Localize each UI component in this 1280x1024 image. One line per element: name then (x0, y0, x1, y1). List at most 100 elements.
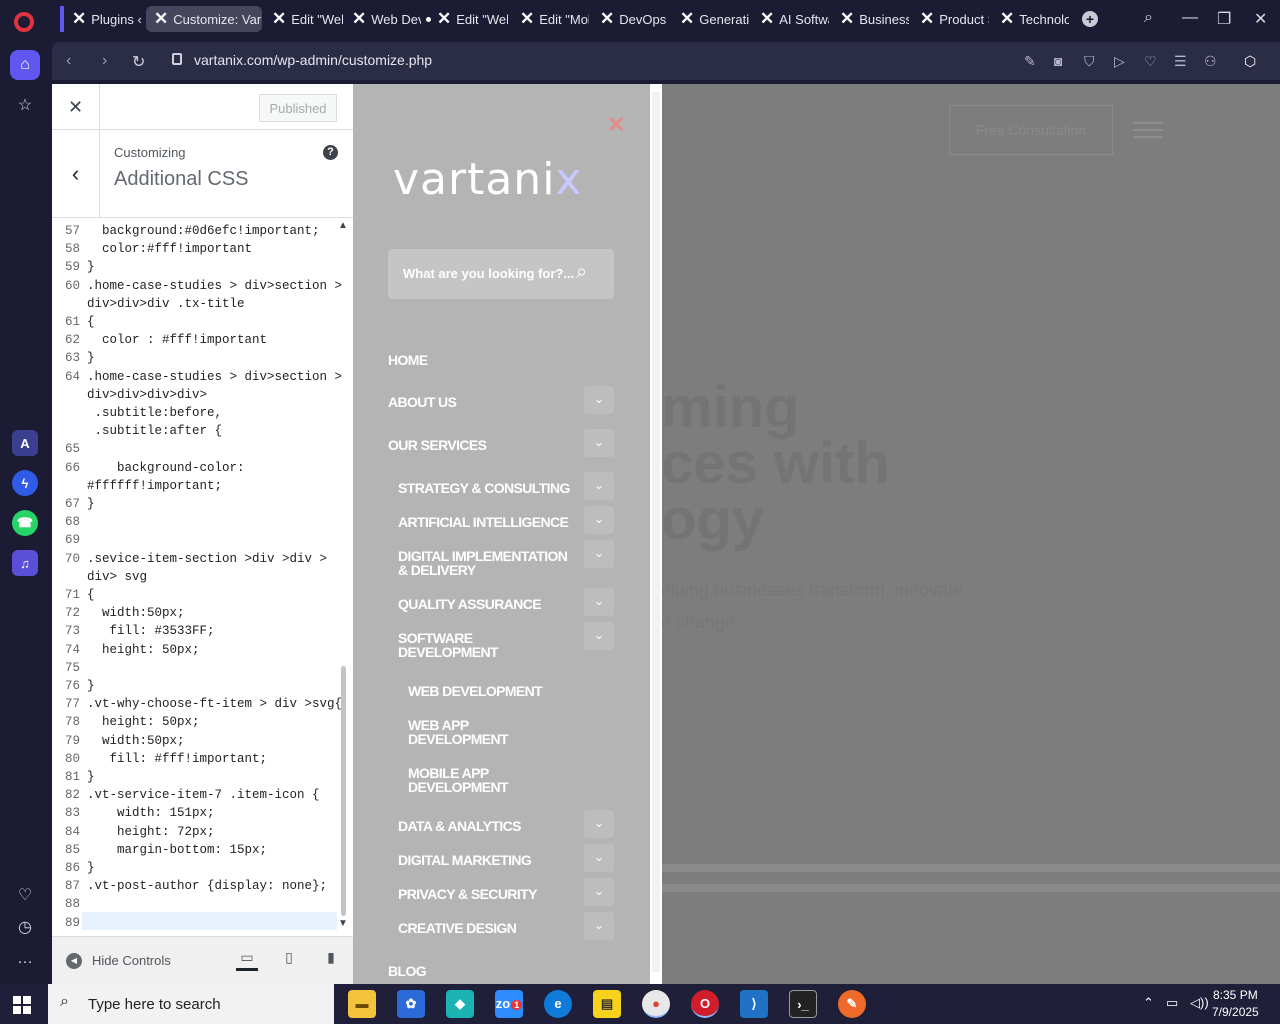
tab-search-icon[interactable]: ⌕ (1144, 9, 1153, 27)
published-button[interactable]: Published (259, 94, 337, 122)
edit-page-icon[interactable]: ✎ (1024, 53, 1036, 70)
hide-controls-button[interactable]: Hide Controls (92, 953, 171, 968)
css-code-editor[interactable]: 57 background:#0d6efc!important; 58 color… (52, 218, 353, 936)
edge-icon[interactable]: e (544, 990, 572, 1018)
extensions-cube-icon[interactable]: ⬡ (1244, 53, 1256, 70)
windows-start-icon[interactable] (13, 996, 31, 1014)
terminal-icon[interactable]: ›_ (789, 990, 817, 1018)
vscode-icon[interactable]: ⟩ (740, 990, 768, 1018)
sticky-notes-icon[interactable]: ▤ (593, 990, 621, 1018)
help-question-icon[interactable]: ? (323, 145, 338, 160)
close-customizer-icon[interactable]: ✕ (52, 84, 100, 130)
postman-icon[interactable]: ✎ (838, 990, 866, 1018)
mobile-preview-icon[interactable]: ▮ (320, 949, 342, 971)
menu-item[interactable]: DIGITAL IMPLEMENTATION & DELIVERY (398, 549, 578, 577)
file-explorer-icon[interactable]: ▬ (348, 990, 376, 1018)
aria-app-icon[interactable]: A (12, 430, 38, 456)
zoom-icon[interactable]: zo 1 (495, 990, 523, 1018)
submenu-chevron-down-icon[interactable]: ⌄ (584, 506, 614, 534)
paint-icon[interactable]: ✿ (397, 990, 425, 1018)
vartanix-logo[interactable]: vartanix (393, 154, 582, 205)
new-tab-plus-icon[interactable]: + (1082, 11, 1098, 27)
tray-chevron-icon[interactable]: ⌃ (1143, 995, 1154, 1011)
menu-item[interactable]: WEB APP DEVELOPMENT (408, 718, 528, 746)
submenu-chevron-down-icon[interactable]: ⌄ (584, 386, 614, 414)
menu-item[interactable]: PRIVACY & SECURITY (398, 887, 588, 901)
submenu-chevron-down-icon[interactable]: ⌄ (584, 588, 614, 616)
opera-logo-icon[interactable] (14, 12, 34, 32)
submenu-chevron-down-icon[interactable]: ⌄ (584, 622, 614, 650)
taskbar-search[interactable]: ⌕ Type here to search (48, 984, 334, 1024)
back-chevron-icon[interactable]: ‹ (52, 130, 100, 218)
desktop-preview-icon[interactable]: ▭ (236, 949, 258, 971)
snapshot-camera-icon[interactable]: ◙ (1054, 53, 1062, 69)
close-menu-icon[interactable]: ✕ (607, 112, 625, 138)
collapse-arrow-icon[interactable]: ◀ (66, 953, 82, 969)
menu-item[interactable]: BLOG (388, 964, 578, 978)
adblock-shield-icon[interactable]: ⛉ (1084, 53, 1095, 70)
music-player-icon[interactable]: ♫ (12, 550, 38, 576)
browser-tab[interactable]: ✕Product S (912, 6, 992, 32)
scroll-down-arrow-icon[interactable]: ▼ (338, 918, 348, 929)
submenu-chevron-down-icon[interactable]: ⌄ (584, 878, 614, 906)
menu-item[interactable]: ABOUT US (388, 395, 578, 409)
browser-tab-active[interactable]: ✕Customize: Varta (146, 6, 262, 32)
menu-item[interactable]: MOBILE APP DEVELOPMENT (408, 766, 528, 794)
submenu-chevron-down-icon[interactable]: ⌄ (584, 540, 614, 568)
app-diamond-icon[interactable]: ◆ (446, 990, 474, 1018)
preview-scrollbar[interactable] (652, 92, 660, 972)
restore-icon[interactable]: ❐ (1217, 9, 1231, 29)
browser-tab[interactable]: ✕ Business (832, 6, 912, 32)
free-consultation-button[interactable]: Free Consultation (949, 105, 1113, 155)
home-icon[interactable]: ⌂ (10, 50, 40, 80)
hamburger-menu-icon[interactable] (1133, 122, 1163, 124)
more-dots-icon[interactable]: … (10, 944, 40, 974)
site-search-input[interactable]: What are you looking for?... ⌕ (388, 249, 614, 299)
browser-tab[interactable]: ✕ Edit "Web (424, 6, 508, 32)
back-nav-icon[interactable]: ‹ (66, 52, 71, 70)
close-window-icon[interactable]: ✕ (1254, 9, 1267, 29)
menu-item[interactable]: CREATIVE DESIGN (398, 921, 588, 935)
browser-tab[interactable]: ✕Generativ (672, 6, 752, 32)
favorites-heart-icon[interactable]: ♡ (1144, 53, 1157, 70)
menu-item[interactable]: WEB DEVELOPMENT (408, 684, 598, 698)
browser-tab[interactable]: ✕Edit "Mob (512, 6, 592, 32)
whatsapp-icon[interactable]: ☎ (12, 510, 38, 536)
forward-nav-icon[interactable]: › (102, 52, 107, 70)
profile-icon[interactable]: ⚇ (1204, 53, 1217, 70)
url-field[interactable]: vartanix.com/wp-admin/customize.php (194, 52, 432, 68)
volume-icon[interactable]: ◁)) (1190, 995, 1209, 1011)
bookmark-star-icon[interactable]: ☆ (10, 90, 40, 120)
submenu-chevron-down-icon[interactable]: ⌄ (584, 429, 614, 457)
player-play-icon[interactable]: ▷ (1114, 53, 1125, 70)
browser-tab[interactable]: ✕ Edit "Web (264, 6, 344, 32)
browser-tab[interactable]: ✕Technolog (992, 6, 1072, 32)
system-clock[interactable]: 8:35 PM 7/9/2025 (1212, 987, 1259, 1021)
browser-tab[interactable]: ✕AI Softwa (752, 6, 832, 32)
search-icon[interactable]: ⌕ (576, 261, 587, 284)
minimize-icon[interactable]: — (1182, 9, 1198, 27)
heart-icon[interactable]: ♡ (10, 880, 40, 910)
easy-setup-icon[interactable]: ☰ (1174, 53, 1187, 70)
submenu-chevron-down-icon[interactable]: ⌄ (584, 810, 614, 838)
editor-scrollbar[interactable] (341, 666, 346, 916)
history-clock-icon[interactable]: ◷ (10, 912, 40, 942)
chrome-icon[interactable]: ● (642, 990, 670, 1018)
browser-tab[interactable]: ✕DevOps C (592, 6, 672, 32)
menu-item[interactable]: QUALITY ASSURANCE (398, 597, 588, 611)
menu-item[interactable]: DATA & ANALYTICS (398, 819, 588, 833)
submenu-chevron-down-icon[interactable]: ⌄ (584, 472, 614, 500)
tablet-preview-icon[interactable]: ▯ (278, 949, 300, 971)
menu-item[interactable]: SOFTWARE DEVELOPMENT (398, 631, 508, 659)
reload-icon[interactable]: ↻ (132, 52, 145, 72)
browser-tab[interactable]: ✕Web Deve (344, 6, 424, 32)
browser-tab[interactable]: ✕ Plugins ‹ (60, 6, 142, 32)
opera-taskbar-icon[interactable]: O (691, 990, 719, 1018)
menu-item[interactable]: ARTIFICIAL INTELLIGENCE (398, 515, 588, 529)
menu-item[interactable]: STRATEGY & CONSULTING (398, 481, 588, 495)
submenu-chevron-down-icon[interactable]: ⌄ (584, 912, 614, 940)
messenger-icon[interactable]: ϟ (12, 470, 38, 496)
submenu-chevron-down-icon[interactable]: ⌄ (584, 844, 614, 872)
menu-item[interactable]: HOME (388, 353, 578, 367)
network-icon[interactable]: ▭ (1166, 995, 1178, 1011)
